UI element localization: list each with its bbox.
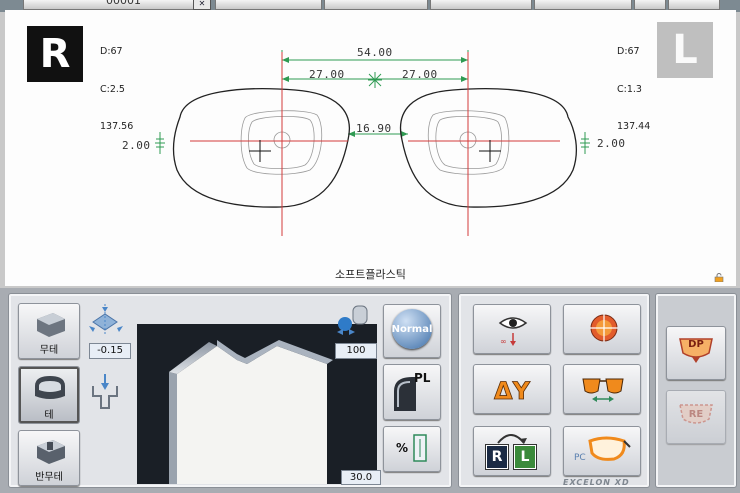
bridge-label: 16.90: [356, 122, 392, 135]
close-icon[interactable]: ✕: [193, 0, 211, 10]
svg-text:ΔY: ΔY: [494, 377, 531, 405]
copy-right-left-button[interactable]: R L: [473, 426, 551, 476]
safety-bevel-icon: [413, 434, 427, 462]
retrace-label: RE: [688, 409, 704, 420]
rimless-label: 무테: [39, 345, 59, 356]
top-tab-1[interactable]: [215, 0, 322, 10]
delta-y-button[interactable]: ΔY: [473, 364, 551, 414]
lens-material-label: 소프트플라스틱: [335, 268, 406, 281]
pc-frame-icon: [588, 436, 631, 461]
prev-button[interactable]: [634, 0, 666, 10]
brand-logo: EXCELON XD: [563, 478, 630, 487]
job-number-text: 00001: [106, 0, 141, 7]
svg-text:∞: ∞: [500, 337, 507, 346]
semi-rimless-button[interactable]: 반무테: [18, 430, 80, 486]
rimless-button[interactable]: 무테: [18, 303, 80, 359]
normal-button[interactable]: Normal: [383, 304, 441, 358]
bevel-settings-panel: 무테 테 반무테 -0.15 100 Normal PL % 30.0: [8, 293, 452, 488]
angle-value[interactable]: 30.0: [341, 470, 381, 485]
groove-icon[interactable]: [89, 372, 121, 414]
top-tab-3[interactable]: [430, 0, 532, 10]
pressure-value[interactable]: 100: [335, 343, 377, 359]
function-panel: ∞ ΔY R L PC EXCELON XD: [458, 293, 650, 488]
target-icon: [590, 314, 618, 342]
right-half-pd-label: 27.00: [309, 68, 345, 81]
full-frame-icon: [35, 376, 65, 399]
next-button[interactable]: [668, 0, 720, 10]
normal-label: Normal: [391, 324, 433, 335]
eye-icon: ∞: [498, 317, 528, 346]
lens-layout-screen: R D:67 C:2.5 137.56 L D:67 C:1.3 137.44: [5, 10, 736, 286]
glasses-width-icon: [582, 378, 624, 402]
bevel-tilt-icon[interactable]: [87, 302, 133, 338]
rimless-icon: [37, 313, 65, 337]
polish-button[interactable]: PL: [383, 364, 441, 420]
retrace-button[interactable]: RE: [666, 390, 726, 444]
eye-center-button[interactable]: ∞: [473, 304, 551, 354]
job-number-field[interactable]: 00001: [23, 0, 195, 10]
left-half-pd-label: 27.00: [402, 68, 438, 81]
semi-rimless-label: 반무테: [35, 472, 63, 483]
semi-rimless-icon: [37, 440, 65, 464]
left-height-label: 2.00: [597, 137, 626, 150]
percent-label: %: [396, 441, 409, 455]
dp-button[interactable]: DP: [666, 326, 726, 380]
top-tab-2[interactable]: [324, 0, 428, 10]
bottom-control-area: 무테 테 반무테 -0.15 100 Normal PL % 30.0 ∞ ΔY…: [0, 288, 740, 493]
pc-label: PC: [574, 453, 586, 463]
target-button[interactable]: [563, 304, 641, 354]
top-tab-4[interactable]: [534, 0, 632, 10]
polish-label: PL: [414, 371, 431, 385]
swap-arrow-icon: [497, 434, 527, 444]
full-frame-button[interactable]: 테: [18, 366, 80, 424]
right-height-label: 2.00: [122, 139, 151, 152]
left-lens-badge: L: [514, 445, 536, 469]
total-pd-label: 54.00: [357, 46, 393, 59]
glasses-width-button[interactable]: [563, 364, 641, 414]
full-frame-label: 테: [44, 410, 54, 421]
polish-pressure-icon[interactable]: [331, 302, 377, 338]
delta-y-icon: ΔY: [494, 377, 531, 405]
side-panel: DP RE: [655, 293, 737, 488]
safety-bevel-button[interactable]: %: [383, 426, 441, 472]
pc-frame-button[interactable]: PC: [563, 426, 641, 476]
dp-label: DP: [688, 339, 704, 350]
tilt-value[interactable]: -0.15: [89, 343, 131, 359]
lock-icon[interactable]: [714, 267, 724, 283]
right-lens-badge: R: [486, 445, 508, 469]
